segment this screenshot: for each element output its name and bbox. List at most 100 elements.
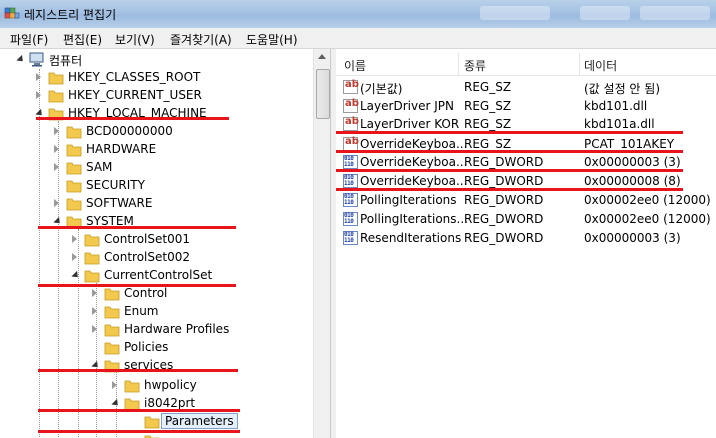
expand-arrow-icon[interactable] <box>92 307 97 315</box>
value-type: REG_SZ <box>464 80 512 94</box>
expand-arrow-icon[interactable] <box>36 91 41 99</box>
list-item[interactable]: ab LayerDriver JPN REG_SZ kbd101.dll <box>336 97 716 116</box>
folder-icon <box>66 162 82 175</box>
string-value-icon: ab <box>343 136 359 151</box>
menu-help[interactable]: 도움말(H) <box>246 31 298 48</box>
tree-node-label: SOFTWARE <box>86 196 153 210</box>
folder-icon <box>48 90 64 103</box>
column-header-type[interactable]: 종류 <box>464 57 486 74</box>
red-highlight-underline <box>336 131 683 134</box>
folder-icon <box>104 306 120 319</box>
collapse-arrow-icon[interactable] <box>16 54 26 65</box>
folder-icon <box>124 380 140 393</box>
tree-node-label: i8042prt <box>144 396 196 410</box>
expand-arrow-icon[interactable] <box>54 163 59 171</box>
expand-arrow-icon[interactable] <box>72 253 77 261</box>
tree-node-hardware-profiles[interactable]: Hardware Profiles <box>92 321 292 339</box>
menu-edit[interactable]: 편집(E) <box>63 31 102 48</box>
tree-node-hkcu[interactable]: HKEY_CURRENT_USER <box>36 87 236 105</box>
tree-node-label: SECURITY <box>86 178 145 192</box>
value-data: 0x00000008 (8) <box>584 174 681 188</box>
expand-arrow-icon[interactable] <box>54 199 59 207</box>
folder-icon <box>104 324 120 337</box>
tree-node-control[interactable]: Control <box>92 285 292 303</box>
tree-node-security[interactable]: SECURITY <box>54 177 254 195</box>
value-name: PollingIterations <box>360 193 457 207</box>
value-data: (값 설정 안 됨) <box>584 82 661 96</box>
tree-node-label: Enum <box>124 304 159 318</box>
folder-icon <box>66 180 82 193</box>
list-item[interactable]: 010 110 ResendIterations REG_DWORD 0x0000… <box>336 229 716 248</box>
tree-node-hardware[interactable]: HARDWARE <box>54 141 254 159</box>
expand-arrow-icon[interactable] <box>72 235 77 243</box>
tree-node-policies[interactable]: Policies <box>92 339 292 357</box>
blurred-title-area <box>480 6 550 20</box>
value-data: 0x00002ee0 (12000) <box>584 193 711 207</box>
tree-node-hwpolicy[interactable]: hwpolicy <box>112 377 312 395</box>
value-data: kbd101.dll <box>584 99 648 113</box>
value-data: 0x00002ee0 (12000) <box>584 212 711 226</box>
tree-node-enum[interactable]: Enum <box>92 303 292 321</box>
tree-node-hkcr[interactable]: HKEY_CLASSES_ROOT <box>36 69 236 87</box>
tree-node-label: Policies <box>124 340 169 354</box>
expand-arrow-icon[interactable] <box>92 289 97 297</box>
column-separator[interactable] <box>458 53 459 75</box>
tree-node-label: BCD00000000 <box>86 124 173 138</box>
folder-icon <box>48 72 64 85</box>
folder-icon <box>144 435 160 438</box>
tree-node-label: ControlSet001 <box>104 232 190 246</box>
list-item[interactable]: 010 110 PollingIterations... REG_DWORD 0x… <box>336 210 716 229</box>
collapse-arrow-icon[interactable] <box>111 398 121 409</box>
column-header-data[interactable]: 데이터 <box>584 57 617 74</box>
folder-icon <box>84 270 100 283</box>
list-header: 이름 종류 데이터 <box>336 53 716 76</box>
scroll-up-arrow-icon[interactable] <box>318 54 326 59</box>
menu-view[interactable]: 보기(V) <box>115 31 155 48</box>
expand-arrow-icon[interactable] <box>36 73 41 81</box>
column-header-name[interactable]: 이름 <box>344 57 366 74</box>
tree-node-label: ControlSet002 <box>104 250 190 264</box>
value-data: 0x00000003 (3) <box>584 155 681 169</box>
expand-arrow-icon[interactable] <box>92 325 97 333</box>
tree-node-bcd[interactable]: BCD00000000 <box>54 123 254 141</box>
tree-node-controlset002[interactable]: ControlSet002 <box>72 249 272 267</box>
expand-arrow-icon[interactable] <box>112 381 117 389</box>
collapse-arrow-icon[interactable] <box>71 270 81 281</box>
folder-icon <box>144 416 160 429</box>
folder-icon <box>66 144 82 157</box>
value-data: PCAT_101AKEY <box>584 137 675 151</box>
value-type: REG_DWORD <box>464 174 544 188</box>
folder-icon <box>84 252 100 265</box>
tree-node-currentcontrolset[interactable]: CurrentControlSet <box>71 267 272 285</box>
scrollbar-thumb[interactable] <box>316 69 330 119</box>
expand-arrow-icon[interactable] <box>54 127 59 135</box>
value-data: kbd101a.dll <box>584 117 655 131</box>
tree-scrollbar[interactable] <box>313 49 331 438</box>
value-type: REG_DWORD <box>464 231 544 245</box>
value-name: LayerDriver JPN <box>360 99 454 113</box>
string-value-icon: ab <box>343 116 359 131</box>
tree-node-label: HARDWARE <box>86 142 157 156</box>
string-value-icon: ab <box>343 98 359 113</box>
expand-arrow-icon[interactable] <box>54 145 59 153</box>
tree-node-controlset001[interactable]: ControlSet001 <box>72 231 272 249</box>
collapse-arrow-icon[interactable] <box>53 216 63 227</box>
binary-value-icon: 010 110 <box>343 155 358 169</box>
tree-node-software[interactable]: SOFTWARE <box>54 195 254 213</box>
column-separator[interactable] <box>579 53 580 75</box>
tree-node-services[interactable]: services <box>91 357 292 375</box>
folder-icon <box>66 126 82 139</box>
computer-icon <box>29 52 44 67</box>
menu-file[interactable]: 파일(F) <box>10 31 48 48</box>
tree-node-hklm[interactable]: HKEY_LOCAL_MACHINE <box>35 105 236 123</box>
tree-node-computer[interactable]: 컴퓨터 <box>16 51 137 69</box>
tree-node-parameters[interactable]: Parameters <box>132 413 252 431</box>
list-item[interactable]: 010 110 PollingIterations REG_DWORD 0x000… <box>336 191 716 210</box>
tree-node-sam[interactable]: SAM <box>54 159 254 177</box>
list-item[interactable]: ab (기본값) REG_SZ (값 설정 안 됨) <box>336 78 716 97</box>
binary-value-icon: 010 110 <box>343 212 358 226</box>
value-data: 0x00000003 (3) <box>584 231 681 245</box>
value-type: REG_SZ <box>464 117 512 131</box>
binary-value-icon: 010 110 <box>343 193 358 207</box>
menu-favorites[interactable]: 즐겨찾기(A) <box>170 31 232 48</box>
